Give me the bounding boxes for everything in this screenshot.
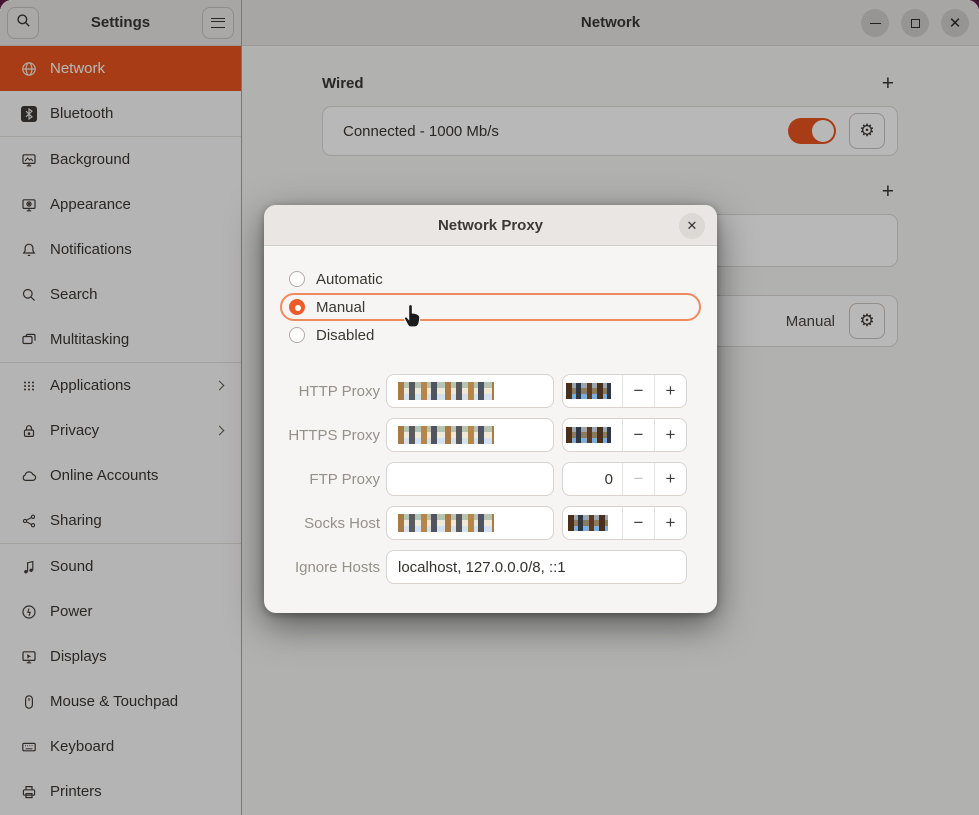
redacted-value <box>398 514 494 532</box>
increment-button[interactable]: + <box>654 375 686 407</box>
dialog-title: Network Proxy <box>438 217 543 234</box>
field-label: Ignore Hosts <box>264 559 380 576</box>
radio-icon <box>289 271 305 287</box>
close-icon: ✕ <box>687 218 698 234</box>
proxy-mode-disabled[interactable]: Disabled <box>280 321 701 349</box>
socks-host-input[interactable] <box>386 506 554 540</box>
proxy-mode-manual[interactable]: Manual <box>280 293 701 321</box>
socks-port-spinner[interactable]: − + <box>562 506 687 540</box>
dialog-close-button[interactable]: ✕ <box>679 213 705 239</box>
field-label: Socks Host <box>264 515 380 532</box>
field-label: FTP Proxy <box>264 471 380 488</box>
ignore-hosts-row: Ignore Hosts localhost, 127.0.0.0/8, ::1 <box>264 550 717 584</box>
radio-checked-icon <box>289 299 305 315</box>
radio-icon <box>289 327 305 343</box>
redacted-value <box>568 515 608 531</box>
network-proxy-dialog: Network Proxy ✕ Automatic Manual Disable… <box>264 205 717 613</box>
redacted-value <box>398 426 494 444</box>
proxy-form: HTTP Proxy − + HTTPS Proxy − + FTP Proxy… <box>264 374 717 584</box>
https-port-spinner[interactable]: − + <box>562 418 687 452</box>
increment-button[interactable]: + <box>654 419 686 451</box>
ftp-proxy-input[interactable] <box>386 462 554 496</box>
port-value <box>563 419 622 451</box>
ftp-port-spinner[interactable]: 0 − + <box>562 462 687 496</box>
https-proxy-input[interactable] <box>386 418 554 452</box>
port-value: 0 <box>563 463 622 495</box>
proxy-mode-group: Automatic Manual Disabled <box>264 265 717 349</box>
mouse-cursor <box>402 302 424 334</box>
field-label: HTTP Proxy <box>264 383 380 400</box>
field-value: localhost, 127.0.0.0/8, ::1 <box>398 559 566 576</box>
port-value <box>563 375 622 407</box>
increment-button[interactable]: + <box>654 507 686 539</box>
decrement-button[interactable]: − <box>622 419 654 451</box>
http-proxy-row: HTTP Proxy − + <box>264 374 717 408</box>
increment-button[interactable]: + <box>654 463 686 495</box>
https-proxy-row: HTTPS Proxy − + <box>264 418 717 452</box>
radio-label: Manual <box>316 299 365 316</box>
decrement-button[interactable]: − <box>622 507 654 539</box>
radio-label: Automatic <box>316 271 383 288</box>
radio-label: Disabled <box>316 327 374 344</box>
decrement-button[interactable]: − <box>622 463 654 495</box>
socks-host-row: Socks Host − + <box>264 506 717 540</box>
redacted-value <box>566 383 611 399</box>
decrement-button[interactable]: − <box>622 375 654 407</box>
field-label: HTTPS Proxy <box>264 427 380 444</box>
port-value <box>563 507 622 539</box>
ftp-proxy-row: FTP Proxy 0 − + <box>264 462 717 496</box>
http-port-spinner[interactable]: − + <box>562 374 687 408</box>
ignore-hosts-input[interactable]: localhost, 127.0.0.0/8, ::1 <box>386 550 687 584</box>
redacted-value <box>398 382 494 400</box>
proxy-mode-automatic[interactable]: Automatic <box>280 265 701 293</box>
redacted-value <box>566 427 611 443</box>
http-proxy-input[interactable] <box>386 374 554 408</box>
dialog-headerbar: Network Proxy ✕ <box>264 205 717 246</box>
